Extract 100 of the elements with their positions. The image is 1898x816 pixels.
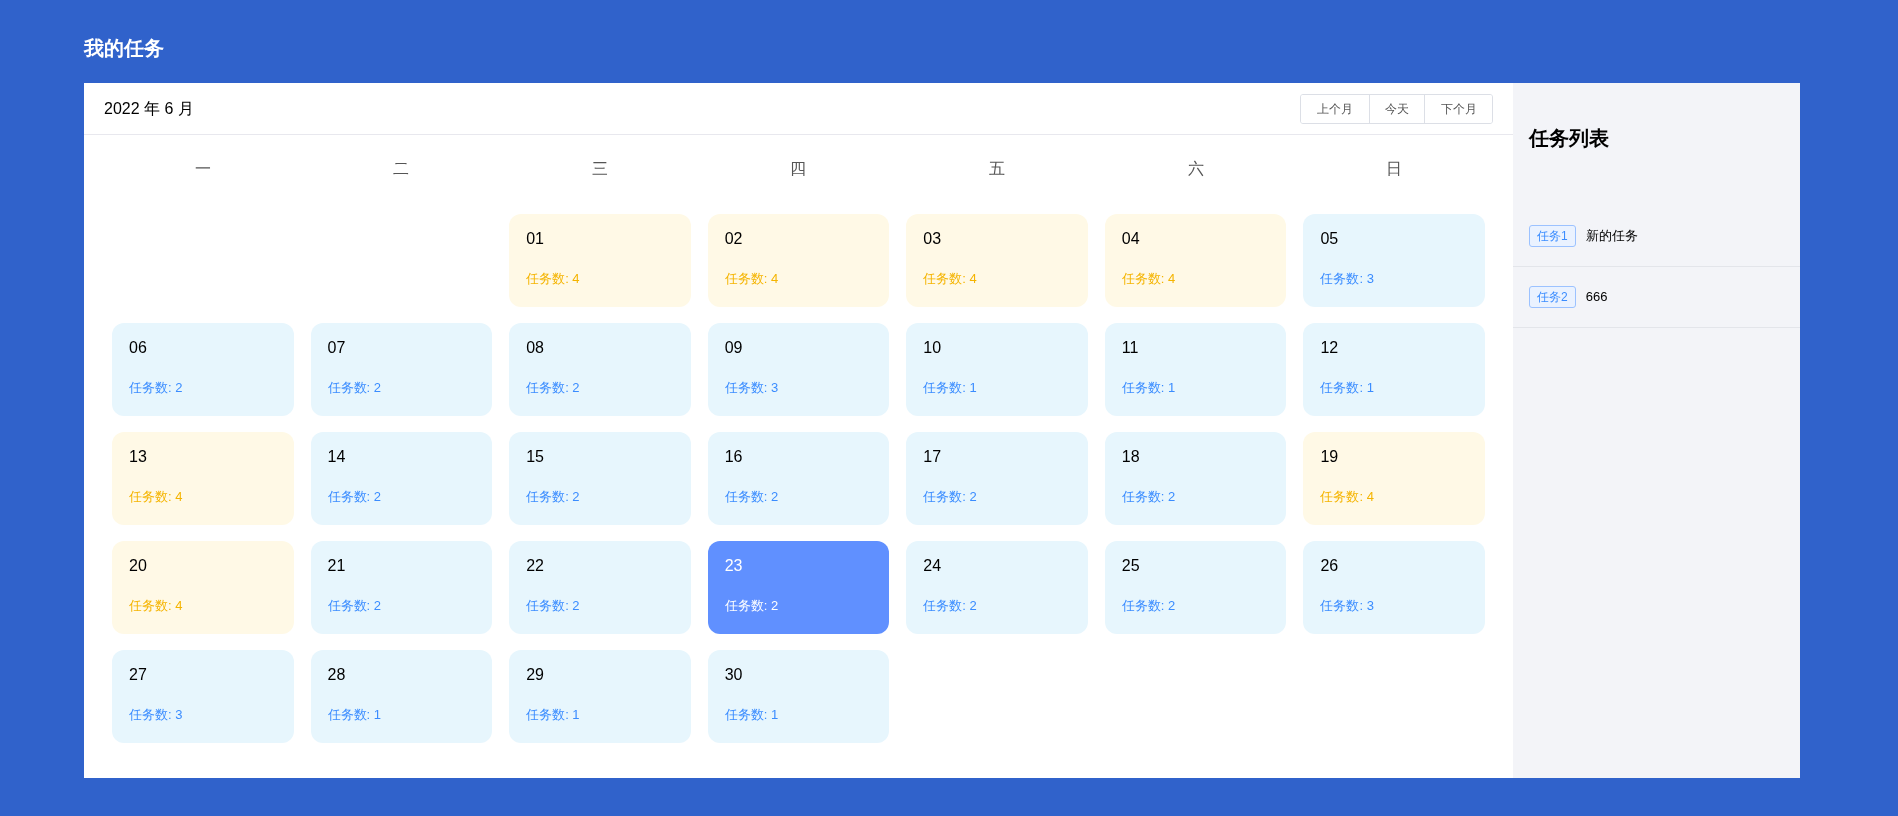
- day-number: 12: [1320, 338, 1340, 358]
- day-number: 03: [923, 229, 943, 249]
- day-cell[interactable]: 06 任务数: 2: [112, 323, 294, 416]
- day-cell[interactable]: 16 任务数: 2: [707, 432, 890, 525]
- day-number: 22: [526, 556, 545, 576]
- task-count: 任务数: 2: [327, 598, 383, 614]
- day-number: 04: [1121, 229, 1141, 249]
- day-cell[interactable]: 02 任务数: 4: [707, 214, 890, 307]
- day-cell[interactable]: 22 任务数: 2: [509, 541, 691, 634]
- day-cell[interactable]: 25 任务数: 2: [1104, 541, 1287, 634]
- task-count: 任务数: 1: [1121, 380, 1177, 396]
- weekday-header: 日: [1385, 159, 1404, 179]
- day-number: 16: [724, 447, 744, 467]
- task-count: 任务数: 2: [1121, 489, 1177, 505]
- day-number: 02: [724, 229, 744, 249]
- day-cell[interactable]: 14 任务数: 2: [310, 432, 493, 525]
- task-count: 任务数: 4: [923, 271, 978, 287]
- day-cell[interactable]: 18 任务数: 2: [1104, 432, 1287, 525]
- task-count: 任务数: 4: [1320, 489, 1375, 505]
- task-name: 666: [1585, 288, 1608, 307]
- day-cell[interactable]: 28 任务数: 1: [310, 650, 493, 743]
- task-row[interactable]: 任务2 666: [1513, 267, 1800, 328]
- day-cell[interactable]: 04 任务数: 4: [1104, 214, 1287, 307]
- nav-button[interactable]: 下个月: [1424, 94, 1492, 123]
- task-count: 任务数: 4: [526, 271, 581, 287]
- day-number: 06: [129, 338, 148, 358]
- day-cell[interactable]: 01 任务数: 4: [509, 214, 691, 307]
- task-row[interactable]: 任务1 新的任务: [1513, 206, 1800, 267]
- day-cell[interactable]: 27 任务数: 3: [112, 650, 294, 743]
- day-cell[interactable]: 08 任务数: 2: [509, 323, 691, 416]
- day-number: 17: [923, 447, 943, 467]
- weekday-header: 五: [988, 159, 1007, 179]
- day-cell[interactable]: 10 任务数: 1: [906, 323, 1088, 416]
- day-cell[interactable]: 17 任务数: 2: [906, 432, 1088, 525]
- day-cell[interactable]: 20 任务数: 4: [112, 541, 294, 634]
- task-count: 任务数: 3: [1320, 271, 1375, 287]
- weekday-header: 三: [590, 159, 609, 179]
- day-cell[interactable]: 19 任务数: 4: [1303, 432, 1485, 525]
- task-count: 任务数: 2: [1121, 598, 1177, 614]
- task-count: 任务数: 4: [1121, 271, 1177, 287]
- day-cell[interactable]: 09 任务数: 3: [707, 323, 890, 416]
- task-count: 任务数: 1: [327, 707, 383, 723]
- day-cell[interactable]: 12 任务数: 1: [1303, 323, 1485, 416]
- task-count: 任务数: 2: [923, 598, 978, 614]
- weekday-header: 二: [392, 159, 411, 179]
- weekday-header: 四: [789, 159, 808, 179]
- day-number: 18: [1121, 447, 1141, 467]
- task-count: 任务数: 1: [923, 380, 978, 396]
- task-count: 任务数: 1: [1320, 380, 1375, 396]
- task-count: 任务数: 3: [724, 380, 780, 396]
- task-count: 任务数: 2: [327, 380, 383, 396]
- day-number: 29: [526, 665, 545, 685]
- day-number: 20: [129, 556, 148, 576]
- day-number: 11: [1121, 338, 1140, 358]
- task-count: 任务数: 2: [724, 489, 780, 505]
- task-count: 任务数: 3: [129, 707, 184, 723]
- day-number: 28: [327, 665, 347, 685]
- day-cell[interactable]: 21 任务数: 2: [310, 541, 493, 634]
- task-count: 任务数: 2: [526, 598, 581, 614]
- day-cell[interactable]: 13 任务数: 4: [112, 432, 294, 525]
- day-cell[interactable]: 26 任务数: 3: [1303, 541, 1485, 634]
- day-number: 15: [526, 447, 545, 467]
- task-count: 任务数: 1: [724, 707, 780, 723]
- task-list-title: 任务列表: [1527, 126, 1610, 151]
- task-count: 任务数: 2: [129, 380, 184, 396]
- page-title: 我的任务: [84, 36, 165, 61]
- task-count: 任务数: 2: [923, 489, 978, 505]
- day-number: 14: [327, 447, 347, 467]
- task-count: 任务数: 2: [526, 489, 581, 505]
- day-number: 13: [129, 447, 148, 467]
- month-label: 2022 年 6 月: [104, 98, 194, 119]
- day-number: 25: [1121, 556, 1141, 576]
- task-count: 任务数: 4: [129, 489, 184, 505]
- task-tag: 任务1: [1529, 225, 1576, 247]
- weekday-header: 一: [193, 159, 212, 179]
- day-number: 23: [724, 556, 744, 576]
- day-cell[interactable]: 29 任务数: 1: [509, 650, 691, 743]
- task-count: 任务数: 4: [129, 598, 184, 614]
- day-number: 30: [724, 665, 744, 685]
- day-cell[interactable]: 11 任务数: 1: [1104, 323, 1287, 416]
- task-count: 任务数: 2: [327, 489, 383, 505]
- weekday-header: 六: [1186, 159, 1205, 179]
- task-count: 任务数: 2: [526, 380, 581, 396]
- day-number: 26: [1320, 556, 1340, 576]
- day-cell[interactable]: 24 任务数: 2: [906, 541, 1088, 634]
- day-number: 24: [923, 556, 943, 576]
- day-number: 07: [327, 338, 347, 358]
- task-tag: 任务2: [1529, 286, 1576, 308]
- day-number: 19: [1320, 447, 1340, 467]
- day-cell[interactable]: 30 任务数: 1: [707, 650, 890, 743]
- task-count: 任务数: 4: [724, 271, 780, 287]
- task-name: 新的任务: [1585, 227, 1638, 246]
- day-cell[interactable]: 03 任务数: 4: [906, 214, 1088, 307]
- day-cell[interactable]: 15 任务数: 2: [509, 432, 691, 525]
- day-number: 21: [327, 556, 347, 576]
- day-number: 09: [724, 338, 744, 358]
- day-number: 05: [1320, 229, 1340, 249]
- day-cell[interactable]: 07 任务数: 2: [310, 323, 493, 416]
- task-count: 任务数: 2: [724, 598, 780, 614]
- day-cell[interactable]: 05 任务数: 3: [1303, 214, 1485, 307]
